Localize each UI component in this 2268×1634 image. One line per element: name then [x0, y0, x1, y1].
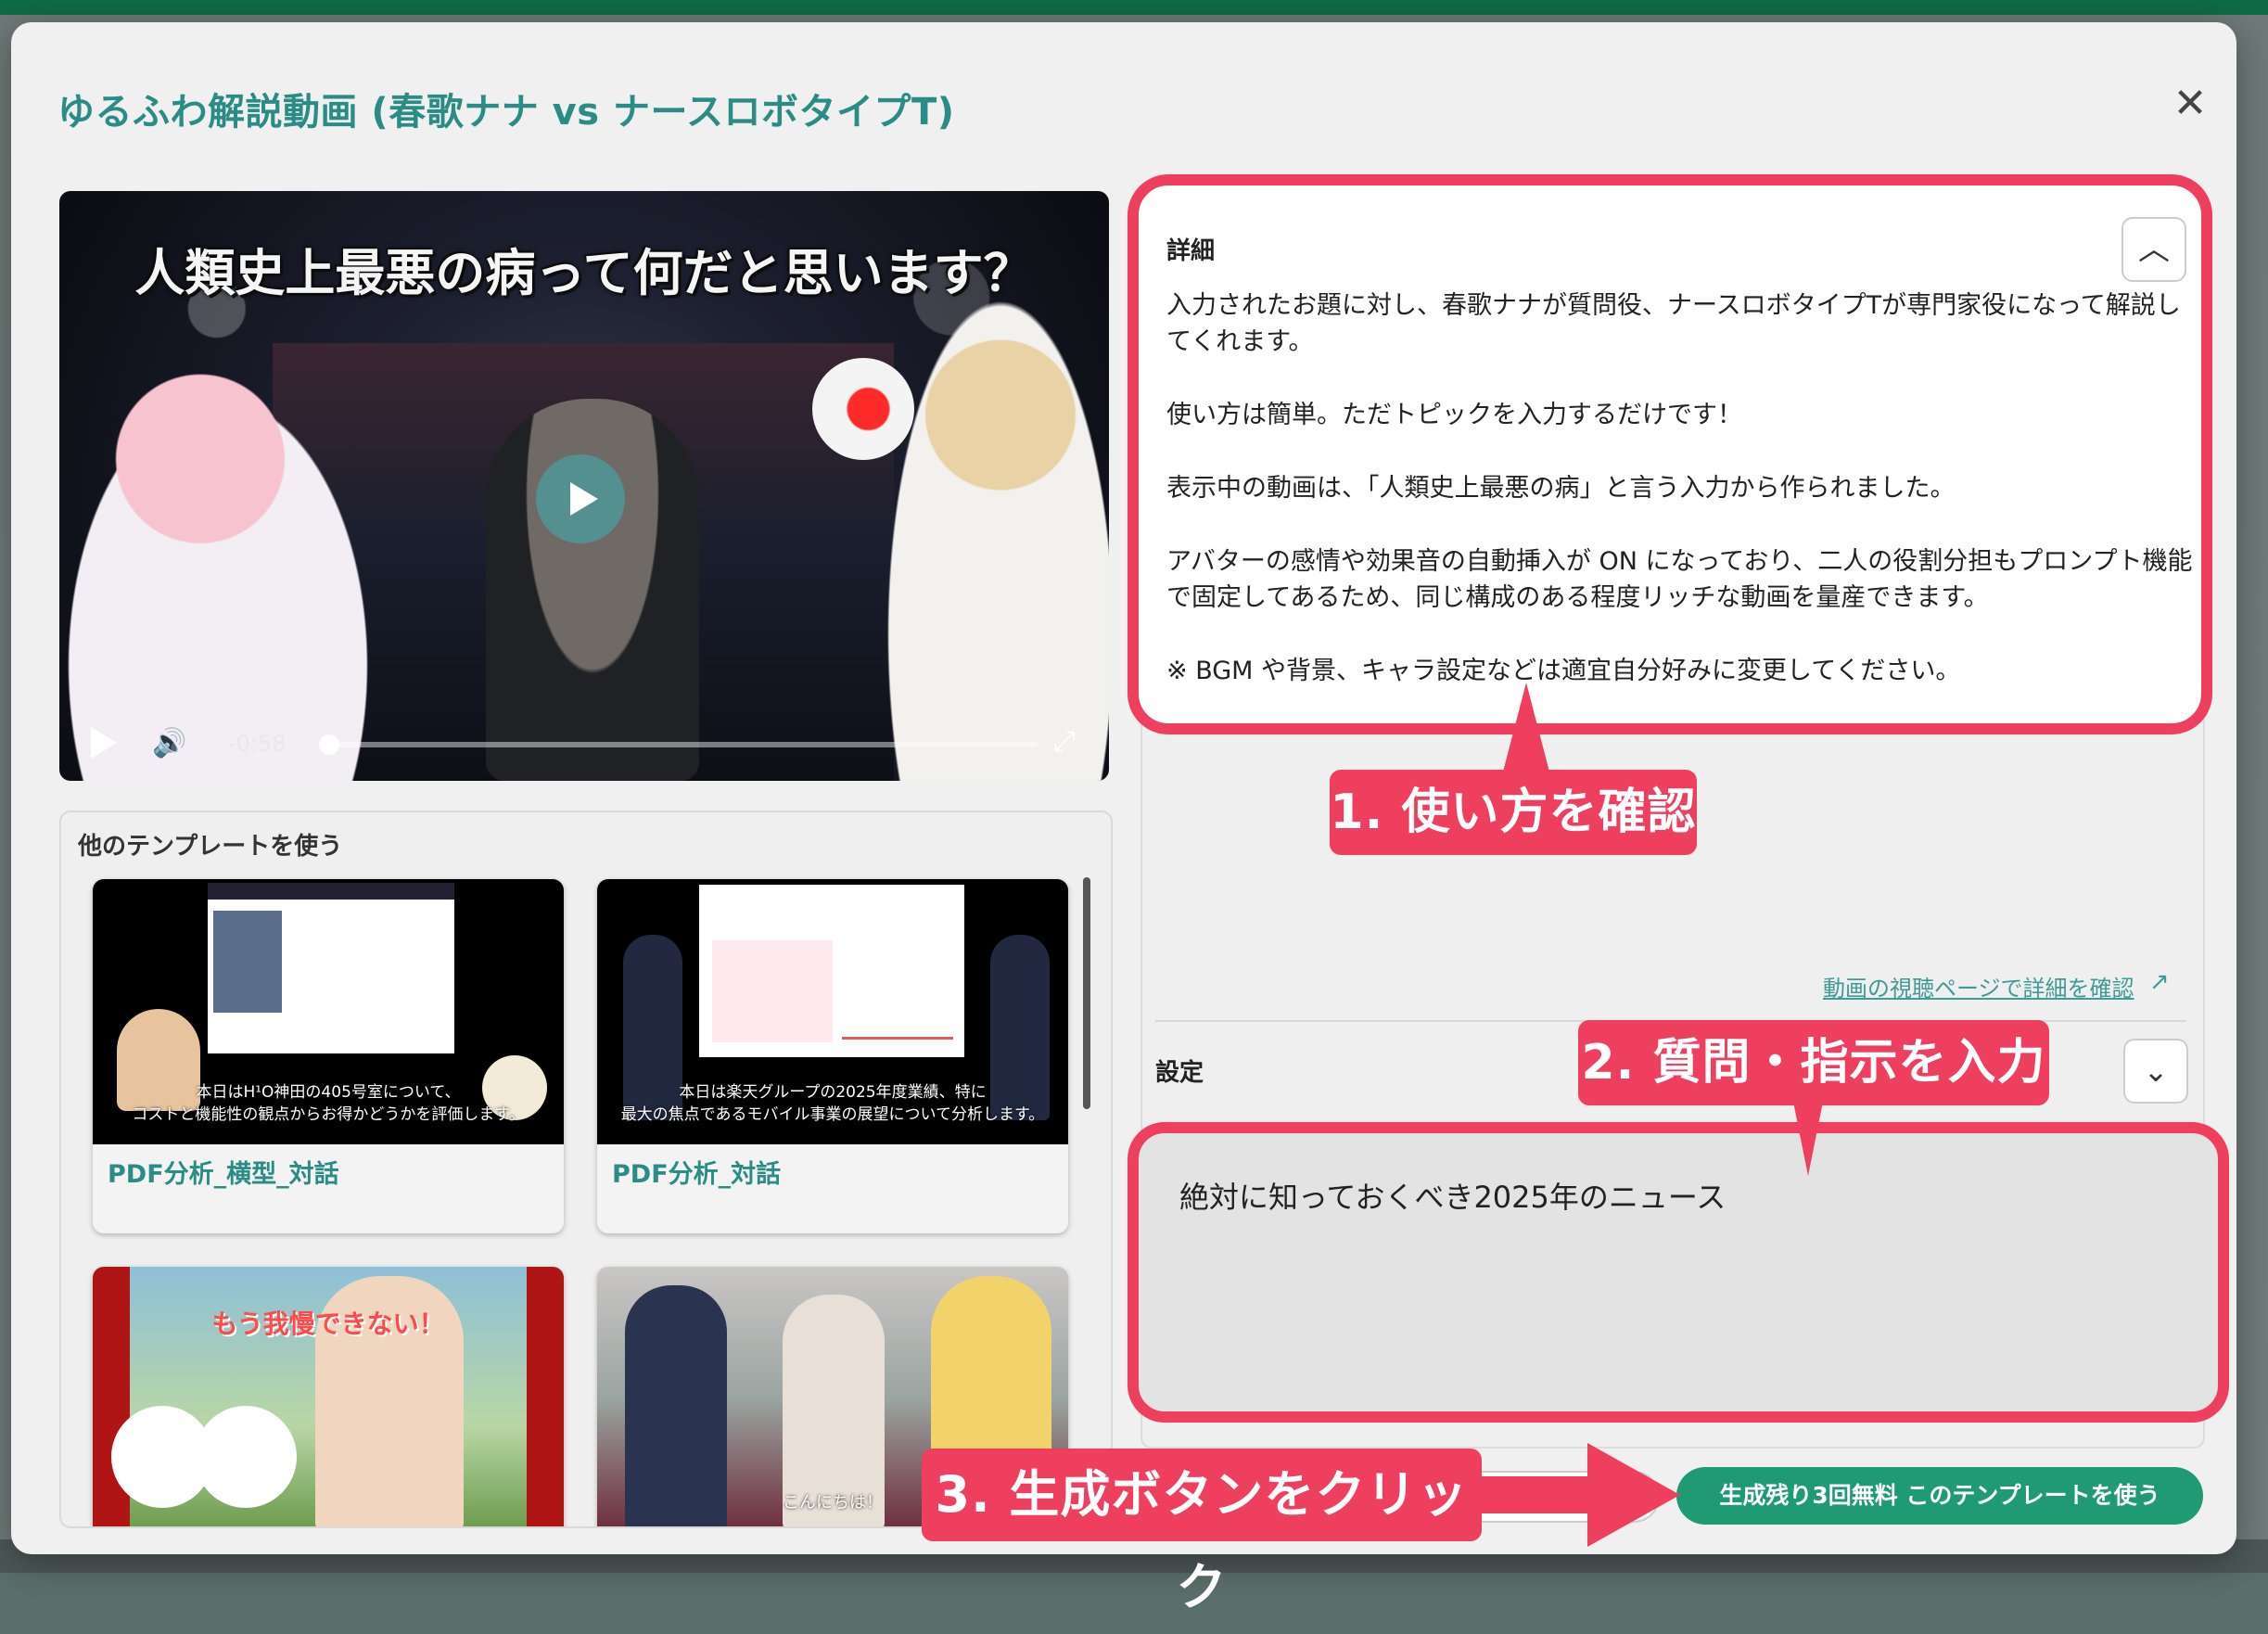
topic-input[interactable]: 絶対に知っておくべき2025年のニュース	[1128, 1122, 2229, 1423]
template-subtitle: 本日はH¹O神田の405号室について、 コストと機能性の観点からお得かどうかを評…	[132, 1083, 525, 1124]
progress-bar[interactable]	[319, 734, 1038, 755]
templates-scrollbar[interactable]	[1083, 877, 1090, 1109]
settings-title: 設定	[1155, 1059, 1204, 1087]
video-controls: 🔊 -0:58 ⤢	[59, 707, 1109, 781]
details-paragraph: 使い方は簡単。ただトピックを入力するだけです！	[1166, 401, 1742, 429]
video-player[interactable]: 人類史上最悪の病って何だと思います？ 🔊 -0:58 ⤢	[59, 191, 1109, 781]
snowman-right	[195, 1406, 297, 1508]
annotation-step-3: 3. 生成ボタンをクリック	[922, 1449, 1482, 1616]
template-thumbnail: 本日は楽天グループの2025年度業績、特に 最大の焦点であるモバイル事業の展望に…	[597, 879, 1068, 1144]
modal-title: ゆるふわ解説動画 (春歌ナナ vs ナースロボタイプT)	[57, 91, 955, 134]
template-name: PDF分析_対話	[612, 1160, 782, 1189]
template-card[interactable]: 本日はH¹O神田の405号室について、 コストと機能性の観点からお得かどうかを評…	[93, 879, 564, 1233]
play-control-icon[interactable]	[91, 727, 117, 759]
template-thumbnail: もう我慢できない！	[93, 1267, 564, 1526]
details-paragraph: 表示中の動画は、「人類史上最悪の病」と言う入力から作られました。	[1166, 474, 1956, 503]
annotation-step-1: 1. 使い方を確認	[1330, 770, 1697, 855]
fullscreen-icon[interactable]: ⤢	[1046, 723, 1083, 760]
topic-input-value[interactable]: 絶対に知っておくべき2025年のニュース	[1179, 1174, 1726, 1217]
template-subtitle: もう我慢できない！	[211, 1308, 445, 1339]
other-templates-panel: 他のテンプレートを使う 本日はH¹O神田の405号室について、 コストと機能性の…	[59, 811, 1113, 1528]
report-highlight-box	[712, 940, 833, 1042]
details-paragraph: ※ BGM や背景、キャラ設定などは適宜自分好みに変更してください。	[1166, 657, 1961, 685]
external-link-icon[interactable]: ↗	[2149, 968, 2170, 996]
callout-2-pointer	[1793, 1102, 1823, 1176]
play-icon	[570, 482, 598, 516]
details-paragraph: アバターの感情や効果音の自動挿入が ON になっており、二人の役割分担もプロンプ…	[1166, 547, 2193, 612]
details-title: 詳細	[1166, 237, 1216, 265]
template-card[interactable]: もう我慢できない！	[93, 1267, 564, 1526]
expand-chevron-icon[interactable]: ⌄	[2123, 1039, 2188, 1104]
building-photo	[213, 911, 282, 1013]
play-overlay-button[interactable]	[536, 454, 625, 543]
report-trend-chart	[842, 944, 953, 1040]
template-card[interactable]: 本日は楽天グループの2025年度業績、特に 最大の焦点であるモバイル事業の展望に…	[597, 879, 1068, 1233]
other-templates-title: 他のテンプレートを使う	[78, 833, 343, 861]
watch-page-link[interactable]: 動画の視聴ページで詳細を確認	[1823, 970, 2134, 1002]
progress-knob[interactable]	[319, 734, 339, 755]
document-header-bar	[208, 883, 454, 900]
video-caption: 人類史上最悪の病って何だと思います？	[134, 244, 1034, 302]
details-body: 入力されたお題に対し、春歌ナナが質問役、ナースロボタイプTが専門家役になって解説…	[1166, 287, 2196, 726]
annotation-step-2: 2. 質問・指示を入力	[1578, 1020, 2049, 1105]
robot-orb-figure	[812, 358, 914, 460]
close-icon[interactable]: ✕	[2162, 76, 2218, 132]
template-subtitle: 本日は楽天グループの2025年度業績、特に 最大の焦点であるモバイル事業の展望に…	[620, 1083, 1045, 1124]
time-remaining: -0:58	[228, 731, 287, 757]
template-name: PDF分析_横型_対話	[108, 1160, 339, 1189]
details-paragraph: 入力されたお題に対し、春歌ナナが質問役、ナースロボタイプTが専門家役になって解説…	[1166, 291, 2181, 356]
annotation-arrow-icon	[1476, 1443, 1680, 1547]
details-panel: 詳細 ︿ 入力されたお題に対し、春歌ナナが質問役、ナースロボタイプTが専門家役に…	[1128, 174, 2212, 734]
use-template-button[interactable]: 生成残り3回無料 このテンプレートを使う	[1676, 1467, 2203, 1525]
volume-icon[interactable]: 🔊	[152, 727, 193, 760]
template-thumbnail: 本日はH¹O神田の405号室について、 コストと機能性の観点からお得かどうかを評…	[93, 879, 564, 1144]
collapse-chevron-icon[interactable]: ︿	[2121, 217, 2186, 282]
callout-1-pointer	[1502, 683, 1550, 775]
